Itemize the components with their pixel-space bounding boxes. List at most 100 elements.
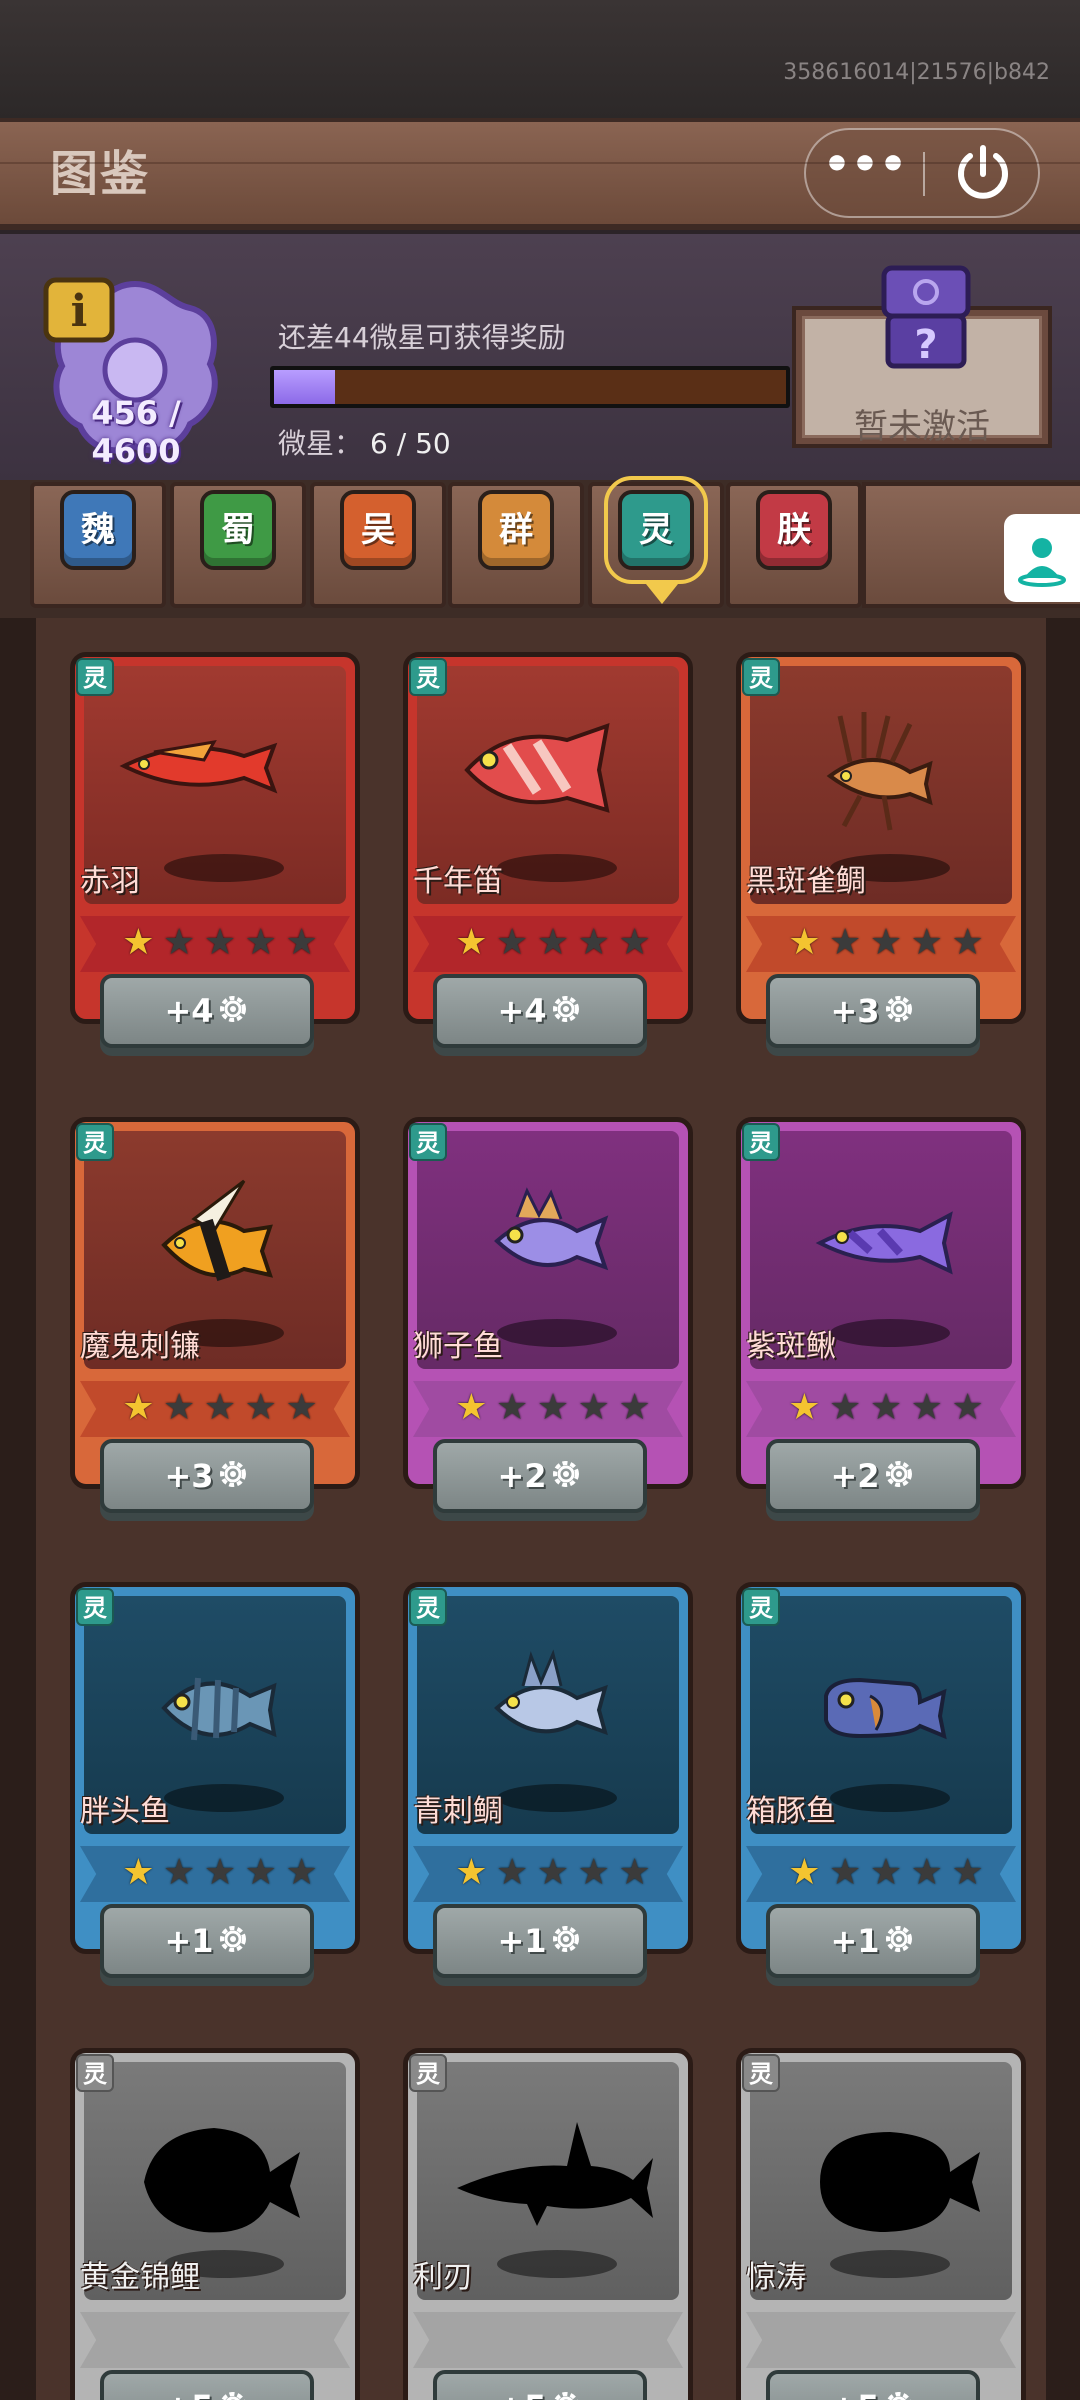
gear-icon [216,2378,250,2400]
fish-icon [820,2132,980,2232]
star-icon: ★ [285,1387,318,1428]
fish-name: 惊涛 [746,2260,806,2295]
upgrade-bonus-button[interactable]: +5 [100,2370,314,2400]
fish-collection-grid: 灵赤羽 ★ ★ ★ ★ ★ +4 灵千年笛 ★ ★ ★ ★ ★ +4 灵黑斑雀鲷 ★ ★ ★ ★ ★ +3 灵魔鬼刺镰 ★ ★… [0,618,1080,2400]
fish-icon [826,712,933,831]
bonus-value: +5 [164,2388,213,2400]
tab-qun[interactable]: 群 [478,490,554,570]
fish-name: 赤羽 [80,864,140,899]
float-assistant-button[interactable] [1004,514,1080,602]
fish-icon [144,2128,300,2233]
fish-card[interactable]: 灵利刃 +5 [403,2048,693,2400]
upgrade-bonus-button[interactable]: +3 [766,974,980,1048]
upgrade-bonus-button[interactable]: +4 [100,974,314,1048]
fish-icon [119,740,278,794]
star-icon: ★ [951,922,984,963]
more-menu-button[interactable]: ••• [806,130,924,216]
star-icon: ★ [285,922,318,963]
star-rating: ★ ★ ★ ★ ★ [413,916,683,972]
svg-text:?: ? [914,322,937,368]
upgrade-bonus-button[interactable]: +3 [100,1439,314,1513]
star-icon: ★ [536,922,570,963]
gear-icon [549,982,583,1022]
fish-card[interactable]: 灵惊涛 +5 [736,2048,1026,2400]
tab-ling[interactable]: 灵 [604,476,708,584]
star-icon: ★ [203,1387,237,1428]
mini-program-capsule: ••• [804,128,1040,218]
gear-icon [549,2378,583,2400]
assistant-icon [1018,538,1066,587]
upgrade-bonus-button[interactable]: +4 [433,974,647,1048]
star-rating: ★ ★ ★ ★ ★ [413,1381,683,1437]
fish-card[interactable]: 灵紫斑鳅 ★ ★ ★ ★ ★ +2 [736,1117,1026,1517]
star-icon: ★ [244,1852,277,1893]
tab-zhen[interactable]: 朕 [756,490,832,570]
gear-icon [882,982,916,1022]
tab-shu[interactable]: 蜀 [200,490,276,570]
star-icon: ★ [618,922,651,963]
bonus-value: +1 [497,1922,547,1960]
fish-card[interactable]: 灵魔鬼刺镰 ★ ★ ★ ★ ★ +3 [70,1117,360,1517]
fish-name: 狮子鱼 [413,1329,503,1364]
star-icon: ★ [122,922,155,963]
bonus-value: +5 [830,2388,879,2400]
fish-card[interactable]: 灵赤羽 ★ ★ ★ ★ ★ +4 [70,652,360,1052]
fish-card[interactable]: 灵狮子鱼 ★ ★ ★ ★ ★ +2 [403,1117,693,1517]
upgrade-bonus-button[interactable]: +5 [433,2370,647,2400]
star-icon: ★ [951,1387,984,1428]
fish-shadow [497,1319,617,1347]
fish-name: 利刃 [413,2260,473,2295]
active-tab-indicator-icon [646,584,678,604]
star-list: ★ ★ ★ ★ ★ [786,1854,986,1894]
star-icon: ★ [285,1852,318,1893]
bonus-value: +2 [497,1457,547,1495]
title-bar: 图鉴 ••• [0,118,1080,230]
star-icon: ★ [910,922,943,963]
fish-card[interactable]: 灵箱豚鱼 ★ ★ ★ ★ ★ +1 [736,1582,1026,1982]
upgrade-bonus-button[interactable]: +2 [433,1439,647,1513]
svg-text:i: i [71,286,88,337]
star-rating: ★ ★ ★ ★ ★ [746,916,1016,972]
fish-icon [464,722,610,813]
gear-icon [882,1912,916,1952]
bonus-value: +1 [164,1922,214,1960]
fish-card[interactable]: 灵胖头鱼 ★ ★ ★ ★ ★ +1 [70,1582,360,1982]
gear-icon [549,1912,583,1952]
star-icon: ★ [869,1852,903,1893]
star-rating: ★ ★ ★ ★ ★ [80,916,350,972]
reward-progress-bar [270,366,790,408]
star-icon: ★ [536,1387,570,1428]
upgrade-bonus-button[interactable]: +1 [100,1904,314,1978]
fish-card[interactable]: 灵黄金锦鲤 +5 [70,2048,360,2400]
capsule-divider [923,152,925,196]
fish-card[interactable]: 灵千年笛 ★ ★ ★ ★ ★ +4 [403,652,693,1052]
star-rating: ★ ★ ★ ★ ★ [413,1846,683,1902]
gear-icon [549,1447,583,1487]
reward-panel: i 456 / 4600 还差44微星可获得奖励 微星： 6 / 50 暂未激活 … [0,234,1080,484]
star-icon: ★ [455,922,488,963]
upgrade-bonus-button[interactable]: +1 [766,1904,980,1978]
tab-wu[interactable]: 吴 [340,490,416,570]
star-icon: ★ [829,1852,862,1893]
reward-message: 还差44微星可获得奖励 [278,321,566,354]
star-icon: ★ [577,1852,610,1893]
star-icon: ★ [869,1387,903,1428]
fish-card[interactable]: 灵黑斑雀鲷 ★ ★ ★ ★ ★ +3 [736,652,1026,1052]
fish-card[interactable]: 灵青刺鲷 ★ ★ ★ ★ ★ +1 [403,1582,693,1982]
star-icon: ★ [122,1387,155,1428]
upgrade-bonus-button[interactable]: +5 [766,2370,980,2400]
upgrade-bonus-button[interactable]: +2 [766,1439,980,1513]
fish-name: 紫斑鳅 [746,1329,836,1364]
bonus-value: +5 [497,2388,546,2400]
star-icon: ★ [618,1387,651,1428]
star-icon: ★ [829,922,862,963]
star-list: ★ ★ ★ ★ ★ [786,924,986,964]
star-icon: ★ [618,1852,651,1893]
star-icon: ★ [203,1852,237,1893]
tab-wei[interactable]: 魏 [60,490,136,570]
power-icon[interactable] [926,130,1040,216]
collection-count: 456 / 4600 [91,394,181,470]
upgrade-bonus-button[interactable]: +1 [433,1904,647,1978]
mystery-chest-icon: ? [876,262,976,372]
star-rating [746,2312,1016,2368]
